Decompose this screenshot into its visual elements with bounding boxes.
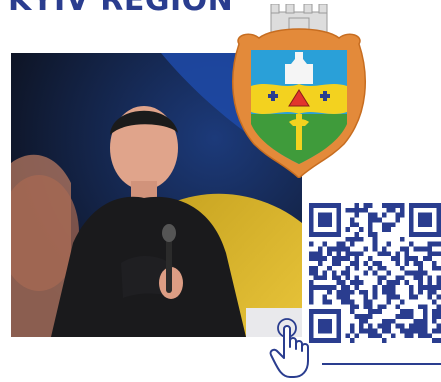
guide-line (322, 363, 441, 365)
hand-pointer-icon (268, 317, 322, 381)
qr-code-icon[interactable] (309, 203, 441, 343)
region-title: KYIV REGION (8, 0, 234, 18)
coat-of-arms-icon (229, 4, 369, 178)
